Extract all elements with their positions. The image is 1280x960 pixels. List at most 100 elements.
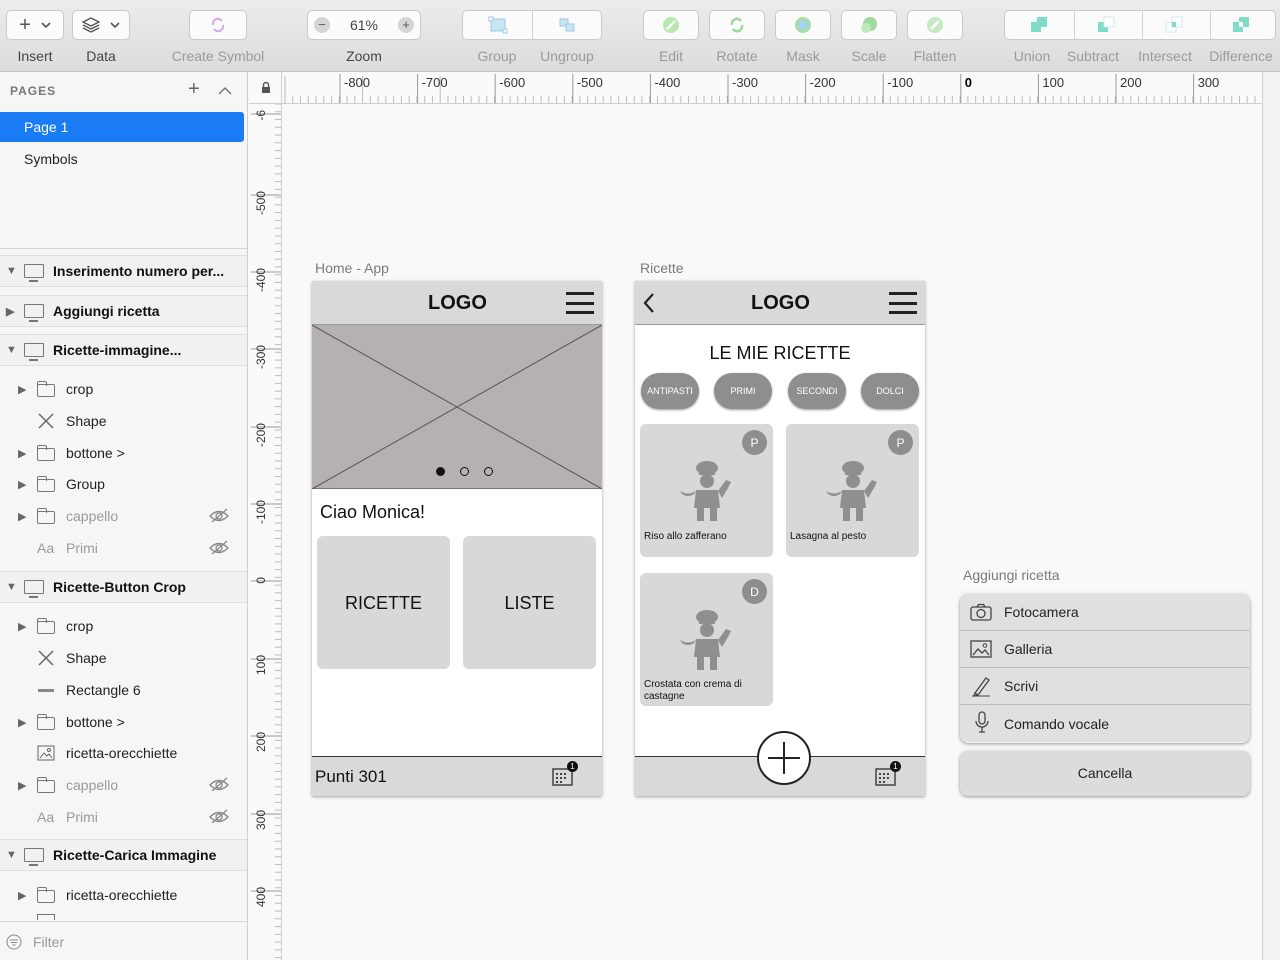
- page-item-page-1[interactable]: Page 1: [0, 112, 244, 142]
- image-carousel-placeholder[interactable]: [312, 325, 602, 489]
- artboard-home[interactable]: LOGO Ciao Monica! RICETTE LISTE Punti 30…: [312, 281, 602, 796]
- ruler-tick-label: 100: [254, 655, 268, 675]
- layer-item[interactable]: ▶ bottone >: [0, 437, 247, 469]
- disclosure-right-icon[interactable]: ▶: [6, 305, 14, 318]
- artboard-label-home[interactable]: Home - App: [315, 260, 389, 276]
- layer-item[interactable]: ▶ cappello: [0, 769, 247, 801]
- option-comando-vocale[interactable]: Comando vocale: [960, 705, 1250, 742]
- artboard-label-ricette[interactable]: Ricette: [640, 260, 684, 276]
- recipe-badge: D: [742, 579, 767, 604]
- option-fotocamera[interactable]: Fotocamera: [960, 594, 1250, 631]
- layer-artboard[interactable]: ▶ Aggiungi ricetta: [0, 295, 247, 327]
- zoom-out-icon[interactable]: −: [314, 17, 330, 33]
- zoom-in-icon[interactable]: +: [398, 17, 414, 33]
- chip-dolci[interactable]: DOLCI: [861, 373, 919, 409]
- rotate-button[interactable]: [709, 10, 765, 40]
- recipe-card[interactable]: P Lasagna al pesto: [786, 424, 919, 557]
- calendar-icon[interactable]: 1: [552, 761, 578, 787]
- layer-item[interactable]: Aa Primi: [0, 801, 247, 833]
- edit-button[interactable]: [643, 10, 699, 40]
- artboard-aggiungi-ricetta[interactable]: Fotocamera Galleria Scrivi Comando vocal…: [958, 589, 1251, 798]
- recipe-card[interactable]: D Crostata con crema di castagne: [640, 573, 773, 706]
- disclosure-down-icon[interactable]: ▼: [6, 581, 17, 593]
- cancel-button[interactable]: Cancella: [960, 751, 1250, 796]
- disclosure-right-icon[interactable]: ▶: [18, 716, 26, 729]
- layer-item[interactable]: ▶ Group: [0, 468, 247, 500]
- disclosure-right-icon[interactable]: ▶: [18, 779, 26, 792]
- option-scrivi[interactable]: Scrivi: [960, 668, 1250, 705]
- layer-item[interactable]: Rectangle 6: [0, 674, 247, 706]
- layer-item[interactable]: Shape: [0, 405, 247, 437]
- disclosure-down-icon[interactable]: ▼: [6, 265, 17, 277]
- chip-primi[interactable]: PRIMI: [714, 373, 772, 409]
- zoom-control[interactable]: − 61% +: [307, 10, 421, 40]
- chip-antipasti[interactable]: ANTIPASTI: [641, 373, 699, 409]
- hidden-eye-icon[interactable]: [208, 809, 230, 823]
- group-button[interactable]: [463, 16, 532, 34]
- layer-artboard[interactable]: ▼ Ricette-immagine...: [0, 334, 247, 366]
- layer-item[interactable]: ricetta-orecchiette: [0, 737, 247, 769]
- layer-artboard[interactable]: ▼ Ricette-Carica Immagine: [0, 839, 247, 871]
- scale-button[interactable]: [841, 10, 897, 40]
- filter-input[interactable]: Filter: [33, 934, 64, 950]
- flatten-button[interactable]: [907, 10, 963, 40]
- disclosure-down-icon[interactable]: ▼: [6, 344, 17, 356]
- calendar-icon[interactable]: 1: [875, 761, 901, 787]
- recipes-button[interactable]: RICETTE: [317, 536, 450, 669]
- lock-icon[interactable]: [261, 82, 271, 94]
- disclosure-right-icon[interactable]: ▶: [18, 889, 26, 902]
- layer-item[interactable]: ▶ crop: [0, 610, 247, 642]
- difference-icon[interactable]: [1231, 15, 1251, 35]
- recipe-name: Crostata con crema di castagne: [644, 679, 742, 702]
- scale-icon: [861, 17, 877, 33]
- layers-sidebar: PAGES + Page 1 Symbols ▼ Inserimento nume…: [0, 72, 248, 960]
- carousel-dot[interactable]: [484, 467, 493, 476]
- layer-name: cappello: [66, 508, 119, 524]
- layer-artboard[interactable]: ▼ Inserimento numero per...: [0, 255, 247, 287]
- layer-item[interactable]: ▶ bottone >: [0, 706, 247, 738]
- insert-button[interactable]: +: [6, 10, 64, 40]
- disclosure-right-icon[interactable]: ▶: [18, 447, 26, 460]
- add-recipe-fab[interactable]: [757, 731, 811, 785]
- shape-icon: [38, 413, 54, 429]
- back-arrow-icon[interactable]: [643, 293, 655, 313]
- filter-bar: Filter: [0, 921, 247, 960]
- subtract-icon[interactable]: [1096, 15, 1116, 35]
- option-galleria[interactable]: Galleria: [960, 631, 1250, 668]
- recipe-card[interactable]: P Riso allo zafferano: [640, 424, 773, 557]
- hamburger-menu-icon[interactable]: [889, 292, 917, 314]
- ruler-tick-label: 200: [254, 732, 268, 752]
- folder-icon: [36, 445, 55, 461]
- artboard-ricette[interactable]: LOGO LE MIE RICETTE ANTIPASTI PRIMI SECO…: [635, 281, 925, 796]
- page-item-symbols[interactable]: Symbols: [0, 144, 244, 174]
- create-symbol-button[interactable]: [189, 10, 247, 40]
- collapse-pages-icon[interactable]: [218, 86, 232, 95]
- chip-secondi[interactable]: SECONDI: [788, 373, 846, 409]
- disclosure-right-icon[interactable]: ▶: [18, 620, 26, 633]
- layer-artboard[interactable]: ▼ Ricette-Button Crop: [0, 571, 247, 603]
- carousel-dot[interactable]: [460, 467, 469, 476]
- artboard-label-aggiungi[interactable]: Aggiungi ricetta: [963, 567, 1060, 583]
- layer-item[interactable]: ▶ crop: [0, 373, 247, 405]
- add-page-icon[interactable]: +: [188, 78, 200, 101]
- carousel-dot-active[interactable]: [436, 467, 445, 476]
- data-button[interactable]: [72, 10, 130, 40]
- union-icon[interactable]: [1029, 15, 1049, 35]
- intersect-icon[interactable]: [1164, 15, 1184, 35]
- disclosure-right-icon[interactable]: ▶: [18, 510, 26, 523]
- layer-item[interactable]: ▶ ricetta-orecchiette: [0, 879, 247, 911]
- lists-button[interactable]: LISTE: [463, 536, 596, 669]
- mask-button[interactable]: [775, 10, 831, 40]
- disclosure-right-icon[interactable]: ▶: [18, 383, 26, 396]
- hamburger-menu-icon[interactable]: [566, 292, 594, 314]
- hidden-eye-icon[interactable]: [208, 777, 230, 791]
- layer-item[interactable]: Aa Primi: [0, 532, 247, 564]
- disclosure-down-icon[interactable]: ▼: [6, 849, 17, 861]
- ungroup-button[interactable]: [532, 16, 601, 34]
- layer-item[interactable]: Shape: [0, 642, 247, 674]
- hidden-eye-icon[interactable]: [208, 540, 230, 554]
- layer-item[interactable]: ▶ cappello: [0, 500, 247, 532]
- disclosure-right-icon[interactable]: ▶: [18, 478, 26, 491]
- hidden-eye-icon[interactable]: [208, 508, 230, 522]
- folder-icon: [36, 476, 55, 492]
